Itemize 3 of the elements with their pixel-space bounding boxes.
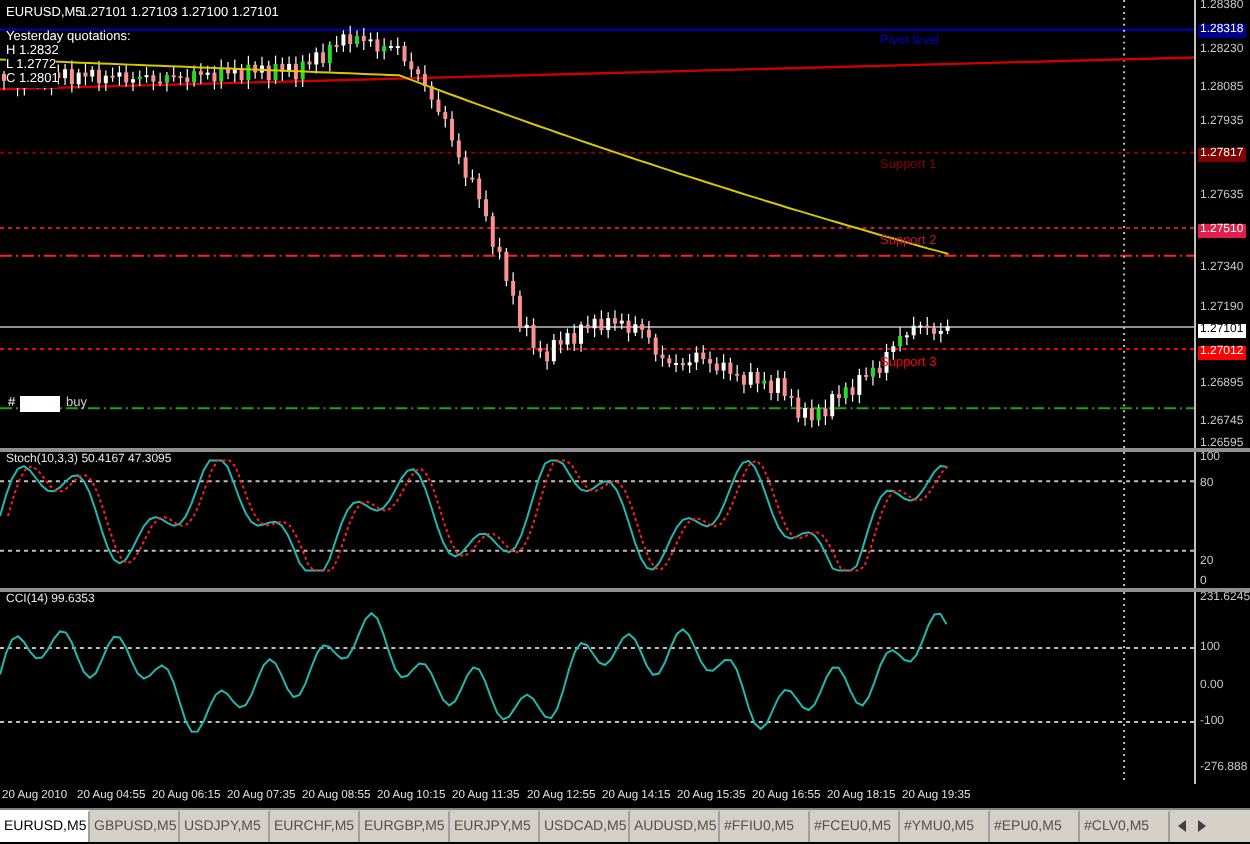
- lot-input[interactable]: [20, 396, 60, 412]
- scroll-right-icon[interactable]: [1194, 818, 1210, 834]
- scroll-left-icon[interactable]: [1174, 818, 1190, 834]
